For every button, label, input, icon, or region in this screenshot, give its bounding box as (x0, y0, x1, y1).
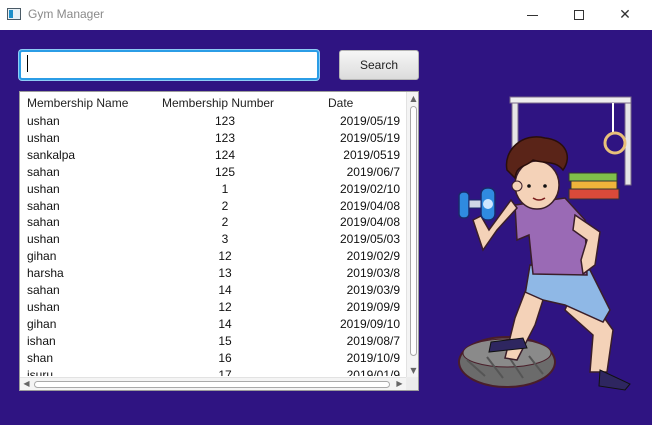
minimize-button[interactable] (509, 0, 555, 30)
search-field-wrapper (19, 50, 319, 80)
column-header-membership-name[interactable]: Membership Name (27, 96, 128, 110)
cell-date: 2019/09/9 (346, 299, 400, 314)
scroll-right-icon[interactable]: ▶ (393, 378, 406, 390)
column-header-membership-number[interactable]: Membership Number (162, 96, 274, 110)
cell-membership-number: 14 (218, 316, 232, 331)
scroll-left-icon[interactable]: ◀ (20, 378, 33, 390)
cell-date: 2019/05/03 (339, 232, 400, 247)
cell-membership-number: 3 (221, 232, 229, 247)
minimize-icon (526, 14, 538, 16)
cell-membership-name: ushan (27, 232, 60, 247)
cell-date: 2019/06/7 (346, 164, 400, 179)
table-row[interactable]: gihan 12 2019/02/9 (20, 248, 406, 265)
cell-date: 2019/02/10 (339, 181, 400, 196)
cell-membership-name: harsha (27, 266, 64, 281)
cell-membership-number: 124 (214, 147, 236, 162)
vertical-scroll-thumb[interactable] (410, 106, 417, 356)
cell-membership-number: 16 (218, 350, 232, 365)
cell-membership-name: ushan (27, 299, 60, 314)
search-button[interactable]: Search (339, 50, 419, 80)
table-row[interactable]: sahan 125 2019/06/7 (20, 164, 406, 181)
cell-membership-name: sahan (27, 164, 60, 179)
cell-membership-number: 123 (214, 114, 236, 128)
cell-date: 2019/04/08 (339, 198, 400, 213)
table-body: ushan 123 2019/05/19 ushan 123 2019/05/19 sank… (20, 113, 406, 376)
table-row[interactable]: ushan 12 2019/09/9 (20, 299, 406, 316)
cell-date: 2019/03/9 (346, 283, 400, 297)
table-header: Membership Name Membership Number Date (20, 92, 406, 113)
cell-membership-name: gihan (27, 249, 57, 264)
cell-membership-number: 2 (221, 198, 229, 213)
table-row[interactable]: ushan 1 2019/02/10 (20, 181, 406, 198)
table-row[interactable]: gihan 14 2019/09/10 (20, 316, 406, 333)
boy-lifting-dumbbell-illustration (458, 96, 632, 391)
cell-date: 2019/04/08 (339, 215, 400, 230)
cell-membership-name: sahan (27, 215, 60, 230)
scrollbar-corner (406, 377, 418, 390)
column-header-date[interactable]: Date (328, 96, 353, 110)
app-icon (7, 8, 21, 20)
scroll-up-icon[interactable]: ▲ (407, 92, 418, 105)
search-input[interactable] (19, 50, 319, 80)
table-row[interactable]: shan 16 2019/10/9 (20, 350, 406, 367)
cell-membership-name: isuru (27, 367, 54, 377)
cell-membership-name: sahan (27, 283, 60, 297)
table-row[interactable]: ushan 3 2019/05/03 (20, 231, 406, 248)
cell-date: 2019/08/7 (346, 333, 400, 348)
cell-membership-number: 13 (218, 266, 232, 281)
cell-membership-number: 12 (218, 249, 232, 264)
table-row[interactable]: sahan 14 2019/03/9 (20, 282, 406, 299)
cell-membership-name: ushan (27, 114, 60, 128)
maximize-icon (574, 10, 584, 20)
cell-membership-number: 123 (214, 130, 236, 145)
table-row[interactable]: harsha 13 2019/03/8 (20, 265, 406, 282)
membership-table[interactable]: Membership Name Membership Number Date u… (19, 91, 419, 391)
cell-date: 2019/05/19 (339, 114, 400, 128)
cell-date: 2019/10/9 (346, 350, 400, 365)
cell-date: 2019/03/8 (346, 266, 400, 281)
cell-membership-number: 14 (218, 283, 232, 297)
cell-membership-number: 12 (218, 299, 232, 314)
cell-membership-name: sahan (27, 198, 60, 213)
cell-date: 2019/02/9 (346, 249, 400, 264)
table-row[interactable]: ushan 123 2019/05/19 (20, 130, 406, 147)
cell-date: 2019/09/10 (339, 316, 400, 331)
main-content: Search Membership Name Membership Number… (0, 30, 652, 425)
table-row[interactable]: ushan 123 2019/05/19 (20, 113, 406, 130)
table-row[interactable]: sahan 2 2019/04/08 (20, 214, 406, 231)
cell-membership-name: ishan (27, 333, 56, 348)
horizontal-scroll-thumb[interactable] (34, 381, 390, 388)
text-caret (27, 55, 28, 72)
vertical-scrollbar[interactable]: ▲ ▼ (406, 92, 418, 377)
table-row[interactable]: isuru 17 2019/01/9 (20, 367, 406, 377)
cell-membership-number: 17 (218, 367, 232, 377)
table-row[interactable]: sahan 2 2019/04/08 (20, 198, 406, 215)
cell-membership-number: 1 (221, 181, 229, 196)
table-row[interactable]: sankalpa 124 2019/0519 (20, 147, 406, 164)
cell-membership-name: ushan (27, 181, 60, 196)
cell-membership-name: sankalpa (27, 147, 76, 162)
maximize-button[interactable] (556, 0, 602, 30)
table-row[interactable]: ishan 15 2019/08/7 (20, 333, 406, 350)
horizontal-scrollbar[interactable]: ◀ ▶ (20, 377, 406, 390)
cell-membership-name: shan (27, 350, 54, 365)
cell-date: 2019/05/19 (339, 130, 400, 145)
close-button[interactable]: ✕ (602, 0, 648, 30)
cell-membership-number: 2 (221, 215, 229, 230)
cell-date: 2019/01/9 (346, 367, 400, 377)
title-bar: Gym Manager ✕ (0, 0, 652, 30)
window-title: Gym Manager (28, 7, 105, 21)
cell-membership-number: 15 (218, 333, 232, 348)
cell-membership-number: 125 (214, 164, 236, 179)
scroll-down-icon[interactable]: ▼ (407, 364, 418, 377)
close-icon: ✕ (619, 7, 631, 23)
cell-membership-name: gihan (27, 316, 57, 331)
cell-date: 2019/0519 (343, 147, 400, 162)
cell-membership-name: ushan (27, 130, 60, 145)
